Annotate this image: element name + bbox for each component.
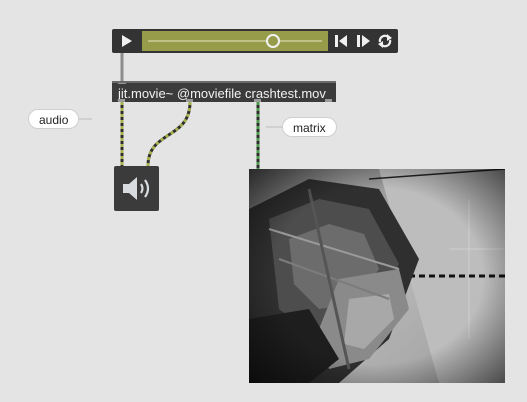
object-outlet-matrix[interactable]	[254, 99, 261, 102]
video-preview-window[interactable]	[249, 169, 505, 383]
playbar[interactable]	[112, 29, 398, 53]
step-backward-button[interactable]	[330, 31, 352, 51]
audio-cord-right-base	[146, 101, 192, 167]
crash-test-video-frame	[249, 169, 505, 383]
play-icon	[122, 35, 132, 47]
jit-movie-object[interactable]: jit.movie~ @moviefile crashtest.mov	[112, 81, 336, 102]
audio-cord-right	[146, 101, 192, 167]
scrubber-knob[interactable]	[266, 34, 280, 48]
scrubber-line	[148, 40, 322, 42]
step-forward-button[interactable]	[352, 31, 374, 51]
playbar-scrubber[interactable]	[142, 31, 328, 51]
audio-comment[interactable]: audio	[28, 109, 80, 129]
object-inlet[interactable]	[118, 83, 126, 84]
ezdac-button[interactable]	[114, 166, 159, 211]
play-button[interactable]	[114, 31, 138, 51]
step-forward-icon	[357, 35, 370, 47]
speaker-icon	[123, 177, 150, 200]
patcher-canvas[interactable]: jit.movie~ @moviefile crashtest.mov audi…	[0, 0, 527, 402]
object-outlet-dump[interactable]	[325, 99, 332, 102]
object-outlet-audio-left[interactable]	[118, 99, 125, 102]
loop-button[interactable]	[374, 31, 396, 51]
object-outlet-audio-right[interactable]	[186, 99, 193, 102]
jit-movie-object-text: jit.movie~ @moviefile crashtest.mov	[118, 86, 326, 101]
step-backward-icon	[335, 35, 347, 47]
loop-icon	[378, 34, 392, 48]
matrix-comment[interactable]: matrix	[282, 117, 337, 137]
